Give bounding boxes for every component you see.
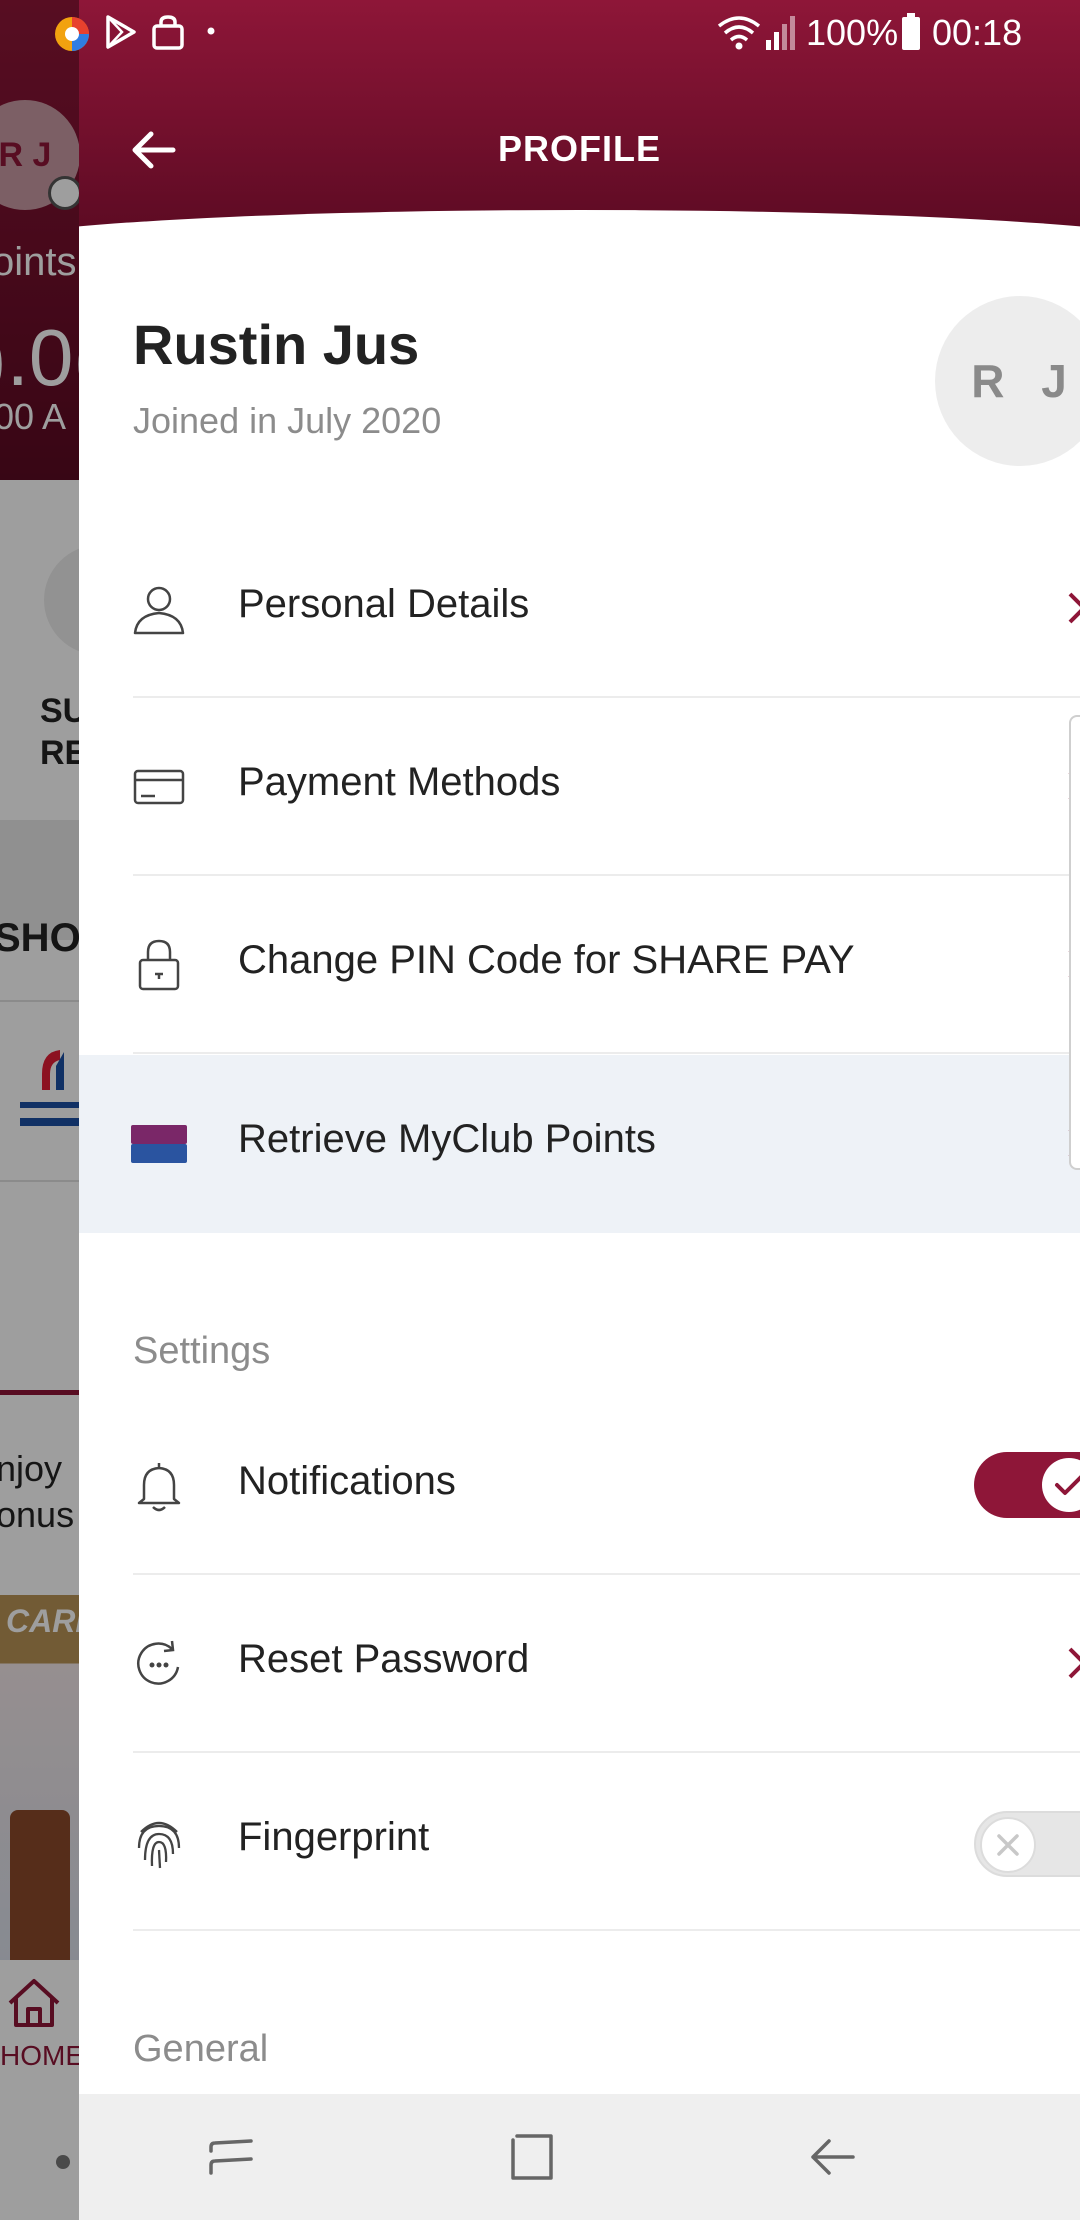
menu-item-personal-details[interactable]: Personal Details — [79, 520, 1080, 698]
wifi-icon — [717, 16, 761, 50]
notifications-toggle[interactable] — [974, 1452, 1080, 1518]
settings-item-reset-password[interactable]: Reset Password — [79, 1575, 1080, 1753]
settings-item-label: Notifications — [238, 1459, 456, 1503]
menu-item-payment-methods[interactable]: Payment Methods — [79, 698, 1080, 876]
fingerprint-icon — [137, 1821, 181, 1869]
settings-heading: Settings — [133, 1330, 271, 1372]
chevron-right-icon — [1068, 1647, 1080, 1679]
chevron-right-icon — [1068, 592, 1080, 624]
settings-item-label: Reset Password — [238, 1637, 530, 1681]
nav-indicator-dot — [56, 2155, 70, 2169]
page-title: PROFILE — [497, 128, 661, 169]
recent-apps-icon — [209, 2139, 253, 2175]
profile-drawer: PROFILE Rustin Jus Joined in July 2020 R… — [79, 0, 1080, 2220]
reset-password-icon — [137, 1640, 180, 1685]
fingerprint-toggle[interactable] — [974, 1811, 1080, 1877]
settings-item-fingerprint: Fingerprint — [79, 1753, 1080, 1931]
credit-card-icon — [133, 769, 185, 805]
person-icon — [133, 586, 185, 635]
menu-item-label: Retrieve MyClub Points — [238, 1117, 656, 1161]
general-heading: General — [133, 2028, 269, 2070]
battery-icon — [902, 13, 920, 50]
menu-item-label: Personal Details — [238, 582, 530, 626]
menu-item-label: Change PIN Code for SHARE PAY — [238, 938, 855, 982]
checkmark-icon — [1055, 1475, 1080, 1495]
battery-percentage: 100% — [806, 12, 899, 53]
shopping-bag-icon — [152, 15, 184, 50]
system-navigation-bar — [79, 2094, 1080, 2220]
menu-item-retrieve-myclub-points[interactable]: Retrieve MyClub Points — [79, 1055, 1080, 1233]
bell-icon — [137, 1463, 181, 1512]
settings-item-label: Fingerprint — [238, 1815, 430, 1859]
signal-icon — [766, 16, 795, 50]
menu-item-change-pin[interactable]: Change PIN Code for SHARE PAY — [79, 876, 1080, 1054]
myclub-card-icon — [131, 1125, 187, 1163]
settings-item-notifications: Notifications — [79, 1397, 1080, 1575]
divider — [133, 1929, 1080, 1931]
browser-icon — [55, 17, 89, 51]
drawer-header-curve — [79, 210, 1080, 410]
menu-item-label: Payment Methods — [238, 760, 561, 804]
close-icon — [997, 1834, 1019, 1856]
profile-name: Rustin Jus — [133, 313, 420, 376]
divider — [133, 1052, 1080, 1054]
back-nav-button[interactable] — [799, 2124, 865, 2190]
clock: 00:18 — [932, 12, 1023, 53]
play-store-icon — [106, 15, 136, 49]
recent-apps-button[interactable] — [199, 2124, 265, 2190]
home-square-icon — [511, 2134, 553, 2180]
notification-dot-icon — [207, 27, 215, 35]
lock-icon — [138, 939, 180, 991]
home-button[interactable] — [499, 2124, 565, 2190]
back-nav-icon — [811, 2139, 855, 2175]
scrollbar[interactable] — [1069, 715, 1080, 1170]
status-bar: 100% 00:18 — [0, 0, 1080, 66]
profile-joined-date: Joined in July 2020 — [133, 400, 442, 441]
